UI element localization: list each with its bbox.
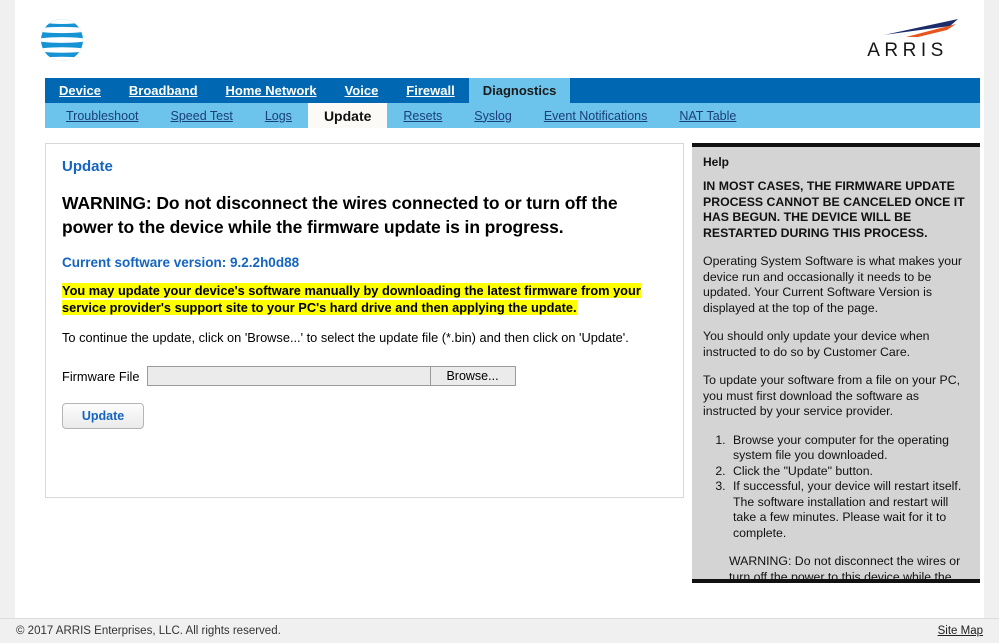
firmware-file-row: Firmware File Browse... [62, 366, 667, 386]
current-software-version: Current software version: 9.2.2h0d88 [62, 255, 667, 270]
subnav-item-event-notifications[interactable]: Event Notifications [528, 103, 664, 128]
firmware-file-label: Firmware File [62, 369, 140, 384]
help-steps-list: Browse your computer for the operating s… [703, 433, 969, 542]
firmware-file-input[interactable] [147, 366, 430, 386]
subnav-item-resets[interactable]: Resets [387, 103, 458, 128]
subnav-item-nat-table[interactable]: NAT Table [663, 103, 752, 128]
subnav-item-logs[interactable]: Logs [249, 103, 308, 128]
navigation: Device Broadband Home Network Voice Fire… [45, 78, 980, 128]
help-inline-warning: WARNING: Do not disconnect the wires or … [703, 554, 969, 583]
update-panel: Update WARNING: Do not disconnect the wi… [45, 143, 684, 498]
arris-swoosh-icon [846, 18, 966, 40]
warning-heading: WARNING: Do not disconnect the wires con… [62, 191, 667, 239]
subnav-item-syslog[interactable]: Syslog [458, 103, 528, 128]
file-picker[interactable]: Browse... [147, 366, 516, 386]
highlighted-text: You may update your device's software ma… [62, 283, 641, 315]
nav-item-broadband[interactable]: Broadband [115, 78, 212, 103]
help-paragraph-2: You should only update your device when … [703, 329, 969, 360]
footer-copyright: © 2017 ARRIS Enterprises, LLC. All right… [16, 625, 281, 637]
primary-nav: Device Broadband Home Network Voice Fire… [45, 78, 980, 103]
update-button[interactable]: Update [62, 403, 144, 429]
arris-wordmark: ARRIS [849, 41, 966, 61]
site-map-link[interactable]: Site Map [938, 625, 983, 637]
continue-instructions: To continue the update, click on 'Browse… [62, 329, 667, 346]
page-root: ARRIS Device Broadband Home Network Voic… [0, 0, 999, 643]
footer: © 2017 ARRIS Enterprises, LLC. All right… [0, 618, 999, 643]
masthead: ARRIS [15, 0, 984, 78]
nav-item-home-network[interactable]: Home Network [212, 78, 331, 103]
nav-item-voice[interactable]: Voice [331, 78, 393, 103]
subnav-item-update[interactable]: Update [308, 103, 387, 128]
nav-item-diagnostics[interactable]: Diagnostics [469, 78, 571, 103]
page-title: Update [62, 158, 667, 175]
nav-item-firewall[interactable]: Firewall [392, 78, 468, 103]
help-title: Help [703, 155, 969, 169]
help-paragraph-3: To update your software from a file on y… [703, 373, 969, 420]
subnav-item-troubleshoot[interactable]: Troubleshoot [50, 103, 155, 128]
nav-item-device[interactable]: Device [45, 78, 115, 103]
help-caps-warning: IN MOST CASES, THE FIRMWARE UPDATE PROCE… [703, 179, 969, 241]
att-globe-logo [39, 17, 85, 63]
help-paragraph-1: Operating System Software is what makes … [703, 254, 969, 316]
subnav-item-speed-test[interactable]: Speed Test [155, 103, 249, 128]
list-item: If successful, your device will restart … [729, 479, 969, 541]
list-item: Browse your computer for the operating s… [729, 433, 969, 464]
arris-logo: ARRIS [846, 18, 966, 64]
browse-button[interactable]: Browse... [430, 366, 516, 386]
help-panel: Help IN MOST CASES, THE FIRMWARE UPDATE … [692, 143, 980, 583]
secondary-nav: Troubleshoot Speed Test Logs Update Rese… [45, 103, 980, 128]
manual-update-instructions: You may update your device's software ma… [62, 282, 658, 316]
list-item: Click the "Update" button. [729, 464, 969, 480]
page-shell: ARRIS Device Broadband Home Network Voic… [15, 0, 984, 618]
